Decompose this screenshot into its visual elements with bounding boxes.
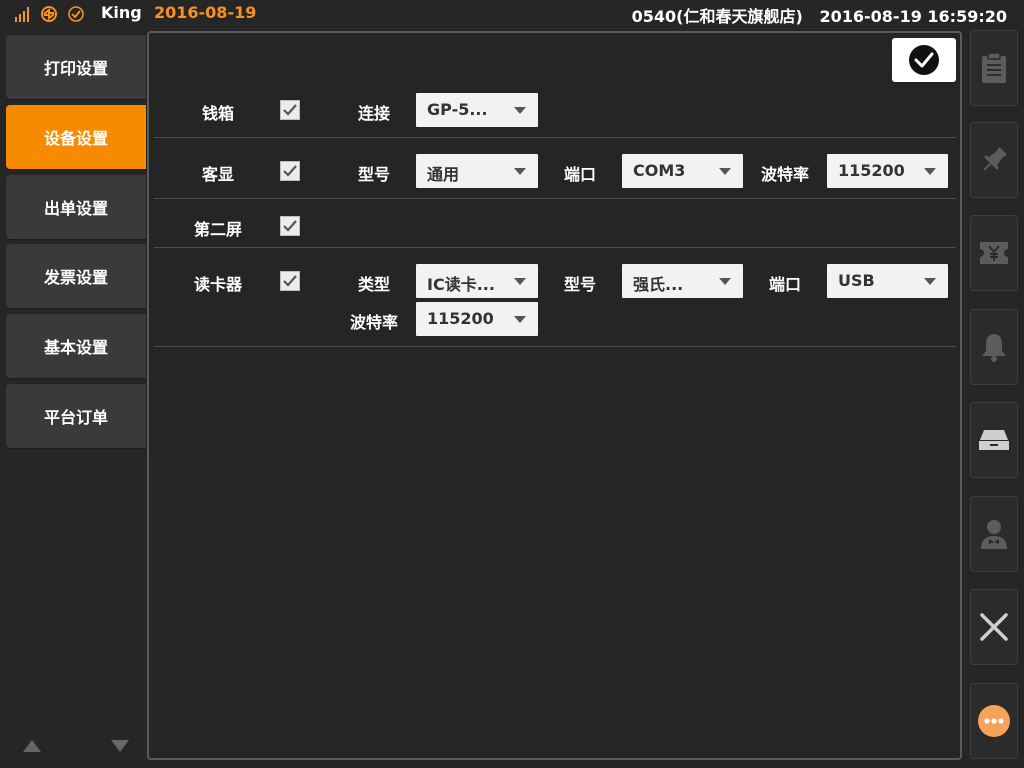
type-select[interactable]: IC读卡... bbox=[416, 264, 538, 298]
connect-label: 连接 bbox=[358, 104, 391, 123]
model-value: 通用 bbox=[427, 165, 460, 184]
chevron-down-icon bbox=[514, 107, 526, 114]
menu-item-platform-orders[interactable]: 平台订单 bbox=[6, 384, 146, 448]
current-datetime: 2016-08-19 16:59:20 bbox=[819, 7, 1007, 26]
second-screen-label: 第二屏 bbox=[194, 220, 243, 239]
port-label: 端口 bbox=[564, 165, 597, 184]
payment-ticket-button[interactable] bbox=[970, 215, 1018, 291]
chevron-down-icon bbox=[514, 278, 526, 285]
reader-port-select[interactable]: USB bbox=[827, 264, 948, 298]
yuan-ticket-icon bbox=[980, 242, 1008, 264]
divider bbox=[154, 198, 956, 199]
checkmark-icon bbox=[283, 275, 297, 287]
more-button[interactable] bbox=[970, 683, 1018, 759]
checkmark-icon bbox=[283, 165, 297, 177]
menu-item-invoice-settings[interactable]: 发票设置 bbox=[6, 244, 146, 308]
menu-item-device-settings[interactable]: 设备设置 bbox=[6, 105, 146, 169]
port-select[interactable]: COM3 bbox=[622, 154, 743, 188]
menu-item-basic-settings[interactable]: 基本设置 bbox=[6, 314, 146, 378]
menu-item-label: 基本设置 bbox=[43, 338, 108, 357]
check-circle-icon bbox=[68, 6, 84, 22]
card-reader-checkbox[interactable] bbox=[280, 271, 300, 291]
cash-drawer-label: 钱箱 bbox=[202, 104, 235, 123]
close-button[interactable] bbox=[970, 589, 1018, 665]
menu-item-label: 平台订单 bbox=[43, 408, 108, 427]
checkmark-icon bbox=[283, 104, 297, 116]
store-and-time: 0540(仁和春天旗舰店) 2016-08-19 16:59:20 bbox=[632, 3, 1007, 27]
card-reader-label: 读卡器 bbox=[194, 275, 243, 294]
reader-baud-rate-select[interactable]: 115200 bbox=[416, 302, 538, 336]
device-settings-panel bbox=[147, 31, 962, 760]
user-name: King bbox=[101, 3, 142, 22]
chevron-down-icon bbox=[924, 278, 936, 285]
baud-rate-label: 波特率 bbox=[761, 165, 810, 184]
type-value: IC读卡... bbox=[427, 275, 495, 294]
chevron-down-icon bbox=[924, 168, 936, 175]
reader-model-value: 强氏... bbox=[633, 275, 684, 294]
signal-icon bbox=[15, 7, 29, 22]
status-bar: King 2016-08-19 0540(仁和春天旗舰店) 2016-08-19… bbox=[0, 0, 1024, 28]
baud-rate-select[interactable]: 115200 bbox=[827, 154, 948, 188]
divider bbox=[154, 346, 956, 347]
reader-model-label: 型号 bbox=[564, 275, 597, 294]
cash-drawer-button[interactable] bbox=[970, 402, 1018, 478]
menu-item-label: 出单设置 bbox=[43, 199, 108, 218]
menu-item-label: 打印设置 bbox=[43, 59, 108, 78]
cash-drawer-checkbox[interactable] bbox=[280, 100, 300, 120]
model-label: 型号 bbox=[358, 165, 391, 184]
reader-model-select[interactable]: 强氏... bbox=[622, 264, 743, 298]
chevron-down-icon bbox=[514, 316, 526, 323]
connect-value: GP-5... bbox=[427, 100, 488, 119]
business-date: 2016-08-19 bbox=[154, 3, 257, 22]
connect-select[interactable]: GP-5... bbox=[416, 93, 538, 127]
cash-drawer-icon bbox=[979, 430, 1009, 450]
sync-icon bbox=[41, 6, 57, 22]
reader-port-label: 端口 bbox=[769, 275, 802, 294]
more-icon bbox=[978, 705, 1010, 737]
reader-baud-rate-value: 115200 bbox=[427, 309, 494, 328]
chevron-down-icon bbox=[514, 168, 526, 175]
port-value: COM3 bbox=[633, 161, 686, 180]
reader-port-value: USB bbox=[838, 271, 875, 290]
menu-item-label: 设备设置 bbox=[43, 129, 108, 148]
menu-item-label: 发票设置 bbox=[43, 268, 108, 287]
waiter-button[interactable] bbox=[970, 496, 1018, 572]
baud-rate-value: 115200 bbox=[838, 161, 905, 180]
second-screen-checkbox[interactable] bbox=[280, 216, 300, 236]
clipboard-button[interactable] bbox=[970, 30, 1018, 106]
waiter-icon bbox=[981, 520, 1007, 549]
check-icon bbox=[909, 45, 939, 75]
divider bbox=[154, 247, 956, 248]
menu-item-order-settings[interactable]: 出单设置 bbox=[6, 175, 146, 239]
menu-item-print-settings[interactable]: 打印设置 bbox=[6, 35, 146, 99]
customer-display-label: 客显 bbox=[202, 165, 235, 184]
model-select[interactable]: 通用 bbox=[416, 154, 538, 188]
bell-icon bbox=[982, 334, 1006, 362]
chevron-down-icon bbox=[719, 168, 731, 175]
close-icon bbox=[980, 613, 1008, 641]
store-name: 0540(仁和春天旗舰店) bbox=[631, 7, 803, 26]
scroll-down-arrow-icon[interactable] bbox=[110, 738, 130, 754]
pin-button[interactable] bbox=[970, 122, 1018, 198]
confirm-button[interactable] bbox=[892, 38, 956, 82]
clipboard-icon bbox=[982, 52, 1006, 83]
reader-baud-rate-label: 波特率 bbox=[350, 313, 399, 332]
divider bbox=[154, 137, 956, 138]
notification-button[interactable] bbox=[970, 309, 1018, 385]
pin-icon bbox=[983, 147, 1007, 171]
scroll-up-arrow-icon[interactable] bbox=[22, 738, 42, 754]
checkmark-icon bbox=[283, 220, 297, 232]
chevron-down-icon bbox=[719, 278, 731, 285]
type-label: 类型 bbox=[358, 275, 391, 294]
customer-display-checkbox[interactable] bbox=[280, 161, 300, 181]
